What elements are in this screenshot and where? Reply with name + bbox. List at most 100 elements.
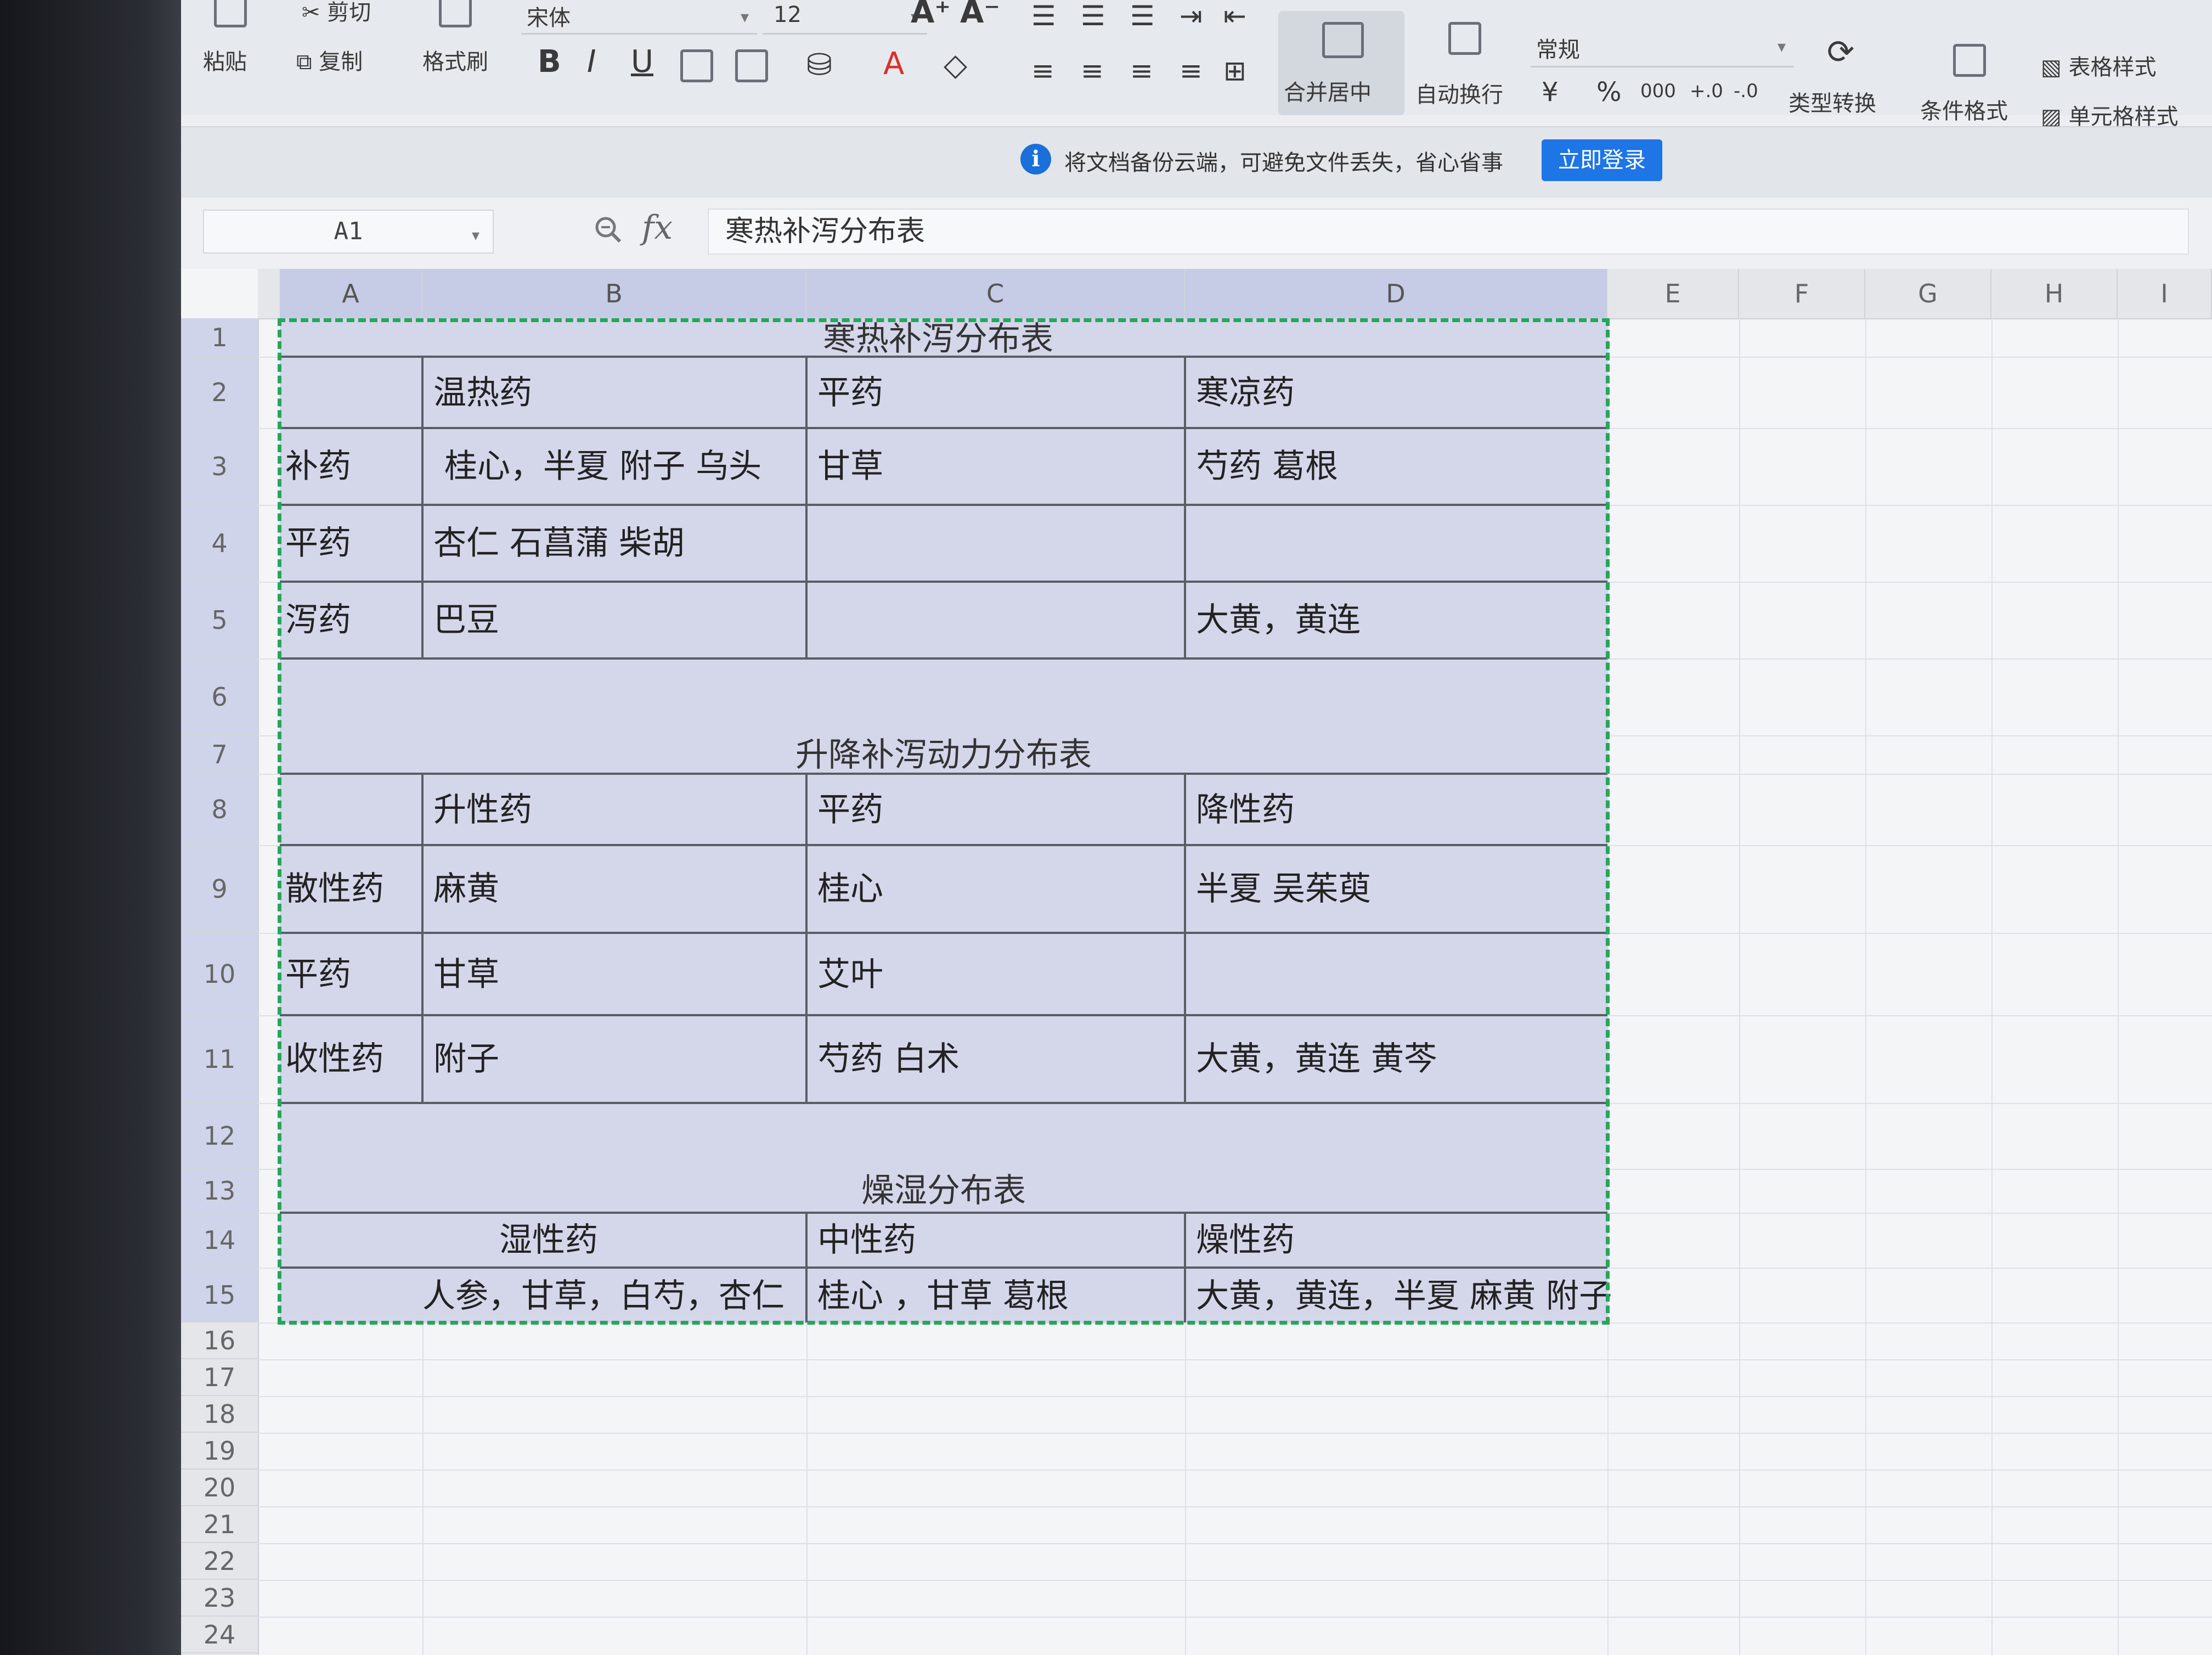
row-header-20[interactable]: 20 (181, 1470, 258, 1506)
paste-icon[interactable] (214, 0, 247, 27)
row-header-12[interactable]: 12 (181, 1103, 258, 1169)
thousands-button[interactable]: 000 (1640, 80, 1676, 102)
number-format-value: 常规 (1536, 37, 1580, 63)
cut-button[interactable]: ✂ 剪切 (302, 0, 371, 26)
zoom-icon[interactable] (592, 214, 623, 245)
row-header-8[interactable]: 8 (181, 774, 258, 845)
align-middle-icon[interactable]: ☰ (1081, 0, 1105, 32)
type-convert-button[interactable]: 类型转换 (1788, 86, 1876, 117)
align-center-icon[interactable]: ≡ (1081, 55, 1104, 87)
row-header-24[interactable]: 24 (181, 1617, 258, 1653)
distributed-icon[interactable]: ⊞ (1223, 55, 1246, 87)
number-format-chevron-icon: ▾ (1778, 37, 1786, 57)
indent-icon[interactable]: ⇥ (1180, 0, 1203, 32)
column-header-a[interactable]: A (280, 269, 422, 318)
font-name-value: 宋体 (527, 5, 571, 31)
decrease-font-button[interactable]: A⁻ (960, 0, 1000, 30)
formula-input[interactable]: 寒热补泻分布表 (708, 209, 2189, 255)
notice-text: 将文档备份云端，可避免文件丢失，省心省事 (1064, 150, 1503, 176)
table-style-button[interactable]: ▧ 表格样式 (2041, 49, 2157, 81)
align-bottom-icon[interactable]: ☰ (1130, 0, 1155, 32)
spreadsheet-window: 粘贴 ✂ 剪切 ⧉ 复制 格式刷 宋体 ▾ 12 ▾ A⁺ A⁻ B I U ⛁… (181, 0, 2212, 1655)
fill-icon[interactable] (735, 49, 768, 82)
clear-format-icon[interactable]: ◇ (944, 47, 967, 83)
name-box-chevron-icon[interactable]: ▾ (472, 226, 479, 244)
row-header-11[interactable]: 11 (181, 1015, 258, 1103)
column-header-g[interactable]: G (1865, 269, 1991, 318)
row-header-22[interactable]: 22 (181, 1543, 258, 1580)
paste-button[interactable]: 粘贴 (203, 44, 247, 76)
decrease-decimal-button[interactable]: -.0 (1734, 80, 1758, 102)
row-header-1[interactable]: 1 (181, 318, 258, 357)
merge-center-button[interactable]: 合并居中 (1278, 11, 1404, 115)
merge-center-label: 合并居中 (1284, 80, 1372, 105)
wrap-text-button[interactable]: 自动换行 (1415, 77, 1503, 109)
row-header-16[interactable]: 16 (181, 1322, 258, 1359)
row-header-5[interactable]: 5 (181, 582, 258, 658)
column-header-f[interactable]: F (1739, 269, 1865, 318)
font-size-select[interactable]: 12 ▾ (763, 0, 927, 35)
underline-button[interactable]: U (631, 44, 653, 80)
increase-decimal-button[interactable]: +.0 (1690, 80, 1723, 102)
format-painter-button[interactable]: 格式刷 (422, 44, 488, 76)
row-header-17[interactable]: 17 (181, 1359, 258, 1396)
font-color-button[interactable]: A (883, 46, 904, 82)
italic-button[interactable]: I (587, 44, 596, 80)
increase-font-button[interactable]: A⁺ (911, 0, 951, 30)
ribbon-toolbar: 粘贴 ✂ 剪切 ⧉ 复制 格式刷 宋体 ▾ 12 ▾ A⁺ A⁻ B I U ⛁… (181, 0, 2212, 130)
table-style-label: 表格样式 (2068, 55, 2157, 80)
type-convert-icon[interactable]: ⟳ (1827, 33, 1854, 71)
align-top-icon[interactable]: ☰ (1031, 0, 1056, 32)
row-header-23[interactable]: 23 (181, 1580, 258, 1617)
row-header-18[interactable]: 18 (181, 1396, 258, 1433)
merge-cells-icon (1322, 22, 1364, 58)
row-header-19[interactable]: 19 (181, 1433, 258, 1470)
row-header-14[interactable]: 14 (181, 1213, 258, 1268)
column-header-d[interactable]: D (1185, 269, 1607, 318)
name-box[interactable]: A1 (203, 210, 494, 254)
justify-icon[interactable]: ≡ (1180, 55, 1203, 87)
row-header-7[interactable]: 7 (181, 735, 258, 774)
row-header-9[interactable]: 9 (181, 845, 258, 933)
align-left-icon[interactable]: ≡ (1031, 55, 1054, 87)
font-size-value: 12 (774, 2, 802, 27)
row-header-13[interactable]: 13 (181, 1169, 258, 1213)
sheet-grid: A B C D E F G H I 1 2 3 4 5 6 7 8 9 10 1… (181, 269, 2212, 1655)
conditional-format-button[interactable]: 条件格式 (1920, 93, 2008, 125)
format-painter-icon[interactable] (439, 0, 472, 27)
info-icon: i (1020, 144, 1051, 174)
percent-button[interactable]: % (1596, 77, 1622, 108)
row-header-6[interactable]: 6 (181, 658, 258, 735)
column-headers: A B C D E F G H I (258, 269, 2212, 319)
login-button[interactable]: 立即登录 (1542, 139, 1662, 181)
row-header-21[interactable]: 21 (181, 1506, 258, 1543)
column-header-i[interactable]: I (2118, 269, 2212, 318)
highlight-color-icon[interactable]: ⛁ (806, 47, 832, 83)
font-name-chevron-icon: ▾ (741, 8, 749, 27)
conditional-format-icon[interactable] (1953, 44, 1986, 77)
row-header-3[interactable]: 3 (181, 428, 258, 505)
number-format-select[interactable]: 常规 ▾ (1531, 22, 1794, 67)
column-header-b[interactable]: B (422, 269, 806, 318)
currency-button[interactable]: ¥ (1542, 77, 1559, 108)
copy-button[interactable]: ⧉ 复制 (296, 44, 363, 76)
bold-button[interactable]: B (538, 44, 561, 80)
row-headers: 1 2 3 4 5 6 7 8 9 10 11 12 13 14 15 16 1… (181, 318, 259, 1655)
column-header-e[interactable]: E (1607, 269, 1739, 318)
font-name-select[interactable]: 宋体 ▾ (521, 0, 757, 35)
cell-area[interactable]: 寒热补泻分布表 温热药 平药 寒凉药 补药 桂心，半夏 附子 乌头 甘草 芍药 … (258, 318, 2212, 1655)
align-right-icon[interactable]: ≡ (1130, 55, 1153, 87)
border-icon[interactable] (680, 49, 713, 82)
column-header-h[interactable]: H (1991, 269, 2118, 318)
row-header-10[interactable]: 10 (181, 933, 258, 1015)
formula-bar: A1 ▾ fx 寒热补泻分布表 (181, 198, 2212, 270)
column-header-c[interactable]: C (806, 269, 1185, 318)
wrap-text-icon[interactable] (1448, 22, 1481, 55)
row-header-4[interactable]: 4 (181, 505, 258, 582)
outdent-icon[interactable]: ⇤ (1223, 0, 1246, 32)
row-header-15[interactable]: 15 (181, 1268, 258, 1322)
cloud-backup-notice: i 将文档备份云端，可避免文件丢失，省心省事 立即登录 (181, 126, 2212, 199)
copy-label: 复制 (319, 49, 363, 75)
function-icon[interactable]: fx (642, 209, 673, 247)
row-header-2[interactable]: 2 (181, 357, 258, 428)
